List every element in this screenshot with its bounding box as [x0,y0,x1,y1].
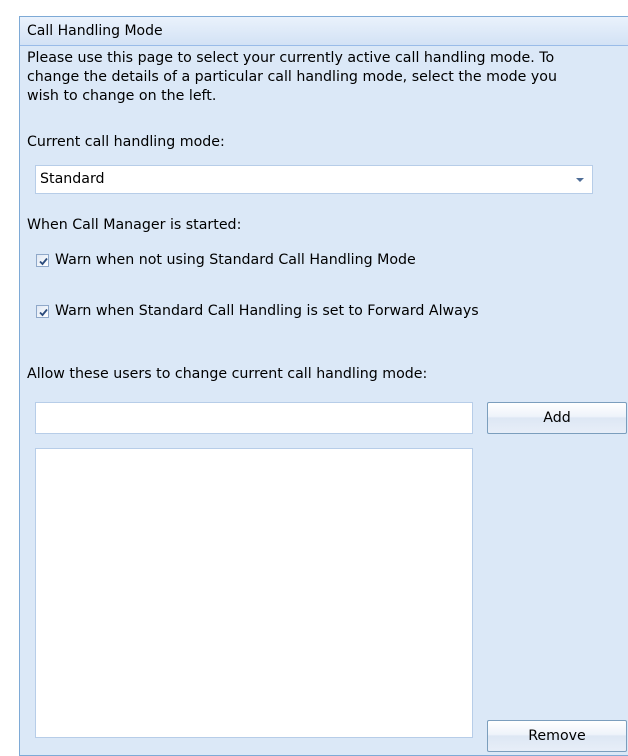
remove-user-button[interactable]: Remove [487,720,627,752]
startup-label: When Call Manager is started: [27,217,242,233]
panel-titlebar: Call Handling Mode [20,17,628,46]
warn-forward-always-checkbox[interactable] [36,305,49,318]
panel-title: Call Handling Mode [27,23,163,39]
add-user-button[interactable]: Add [487,402,627,434]
user-name-input[interactable] [35,402,473,434]
allowed-users-list[interactable] [35,448,473,738]
add-user-button-label: Add [543,410,571,426]
warn-forward-always-label[interactable]: Warn when Standard Call Handling is set … [55,303,479,319]
warn-not-standard-checkbox[interactable] [36,254,49,267]
description-line: change the details of a particular call … [27,69,557,85]
description-line: Please use this page to select your curr… [27,50,555,66]
description-text: Please use this page to select your curr… [27,49,628,106]
panel-body: Please use this page to select your curr… [20,46,628,755]
remove-user-button-label: Remove [528,728,586,744]
chevron-down-icon[interactable] [576,178,584,182]
allowed-users-label: Allow these users to change current call… [27,366,428,382]
description-line: wish to change on the left. [27,88,217,104]
current-mode-select[interactable]: Standard [35,165,593,194]
warn-not-standard-label[interactable]: Warn when not using Standard Call Handli… [55,252,416,268]
checkmark-icon [39,257,48,266]
current-mode-label: Current call handling mode: [27,134,225,150]
current-mode-value: Standard [40,171,105,187]
checkmark-icon [39,308,48,317]
call-handling-mode-panel: Call Handling Mode Please use this page … [19,16,628,756]
